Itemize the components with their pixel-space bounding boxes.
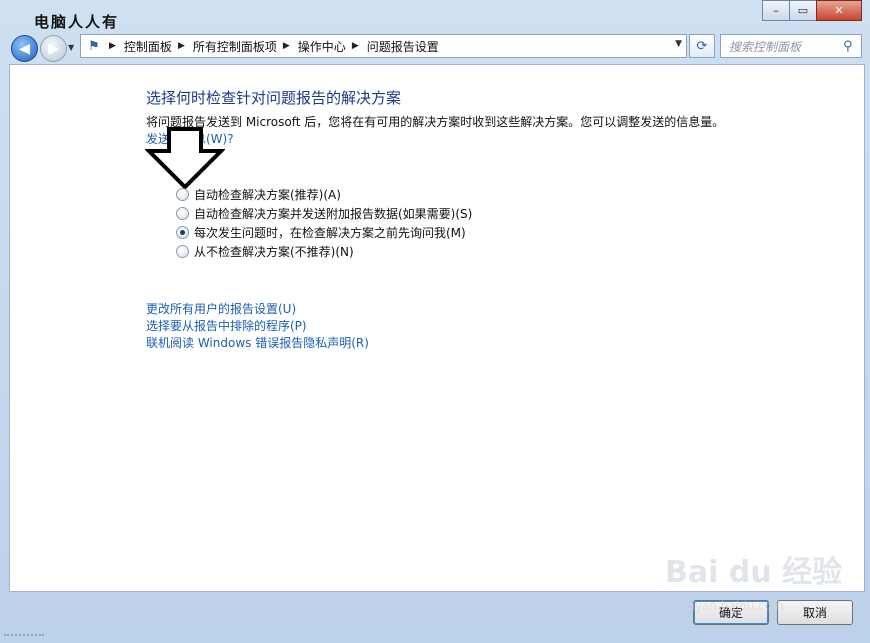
refresh-button[interactable]: ⟳	[689, 34, 715, 58]
address-dropdown-icon[interactable]: ▼	[675, 39, 682, 49]
watermark-logo: Bai du 经验	[665, 555, 843, 590]
page-description: 将问题报告发送到 Microsoft 后，您将在有可用的解决方案时收到这些解决方…	[146, 115, 725, 129]
resize-grip[interactable]	[4, 634, 44, 640]
recent-pages-dropdown[interactable]: ▼	[68, 43, 74, 52]
page-title: 选择何时检查针对问题报告的解决方案	[146, 89, 402, 107]
radio-never-check[interactable]	[176, 245, 189, 258]
minimize-button[interactable]: –	[762, 0, 790, 21]
search-icon[interactable]: ⚲	[843, 39, 861, 54]
change-all-users-link[interactable]: 更改所有用户的报告设置(U)	[146, 300, 369, 317]
radio-auto-check[interactable]	[176, 188, 189, 201]
option-label: 自动检查解决方案并发送附加报告数据(如果需要)(S)	[194, 207, 473, 221]
close-button[interactable]: ✕	[816, 0, 862, 21]
radio-auto-check-send-data[interactable]	[176, 207, 189, 220]
baidu-watermark: Bai du 经验 jingyan.baidu.com	[665, 537, 865, 637]
navigation-toolbar: ◀ ▶ ▼ ⚑ ▶ 控制面板 ▶ 所有控制面板项 ▶ 操作中心 ▶ 问题报告设置…	[0, 31, 870, 62]
watermark-url: jingyan.baidu.com	[673, 599, 784, 613]
breadcrumb-all-items[interactable]: 所有控制面板项	[193, 38, 277, 55]
maximize-button[interactable]: ▭	[789, 0, 817, 21]
breadcrumb-control-panel[interactable]: 控制面板	[124, 38, 172, 55]
breadcrumb-separator-icon[interactable]: ▶	[283, 41, 290, 51]
breadcrumb-action-center[interactable]: 操作中心	[298, 38, 346, 55]
back-button[interactable]: ◀	[11, 35, 38, 62]
option-ask-each-time[interactable]: 每次发生问题时，在检查解决方案之前先询问我(M)	[176, 223, 472, 242]
breadcrumb-separator-icon[interactable]: ▶	[178, 41, 185, 51]
option-never-check[interactable]: 从不检查解决方案(不推荐)(N)	[176, 242, 472, 261]
flag-icon: ⚑	[88, 38, 100, 54]
window-controls: – ▭ ✕	[762, 0, 862, 21]
privacy-statement-link[interactable]: 联机阅读 Windows 错误报告隐私声明(R)	[146, 334, 369, 351]
window-frame: 电脑人人有 – ▭ ✕ ◀ ▶ ▼ ⚑ ▶ 控制面板 ▶ 所有控制面板项 ▶ 操…	[0, 0, 870, 643]
reporting-options-group: 自动检查解决方案(推荐)(A) 自动检查解决方案并发送附加报告数据(如果需要)(…	[176, 185, 472, 261]
address-bar[interactable]: ⚑ ▶ 控制面板 ▶ 所有控制面板项 ▶ 操作中心 ▶ 问题报告设置 ▼	[80, 34, 687, 58]
search-placeholder: 搜索控制面板	[729, 39, 802, 54]
option-label: 从不检查解决方案(不推荐)(N)	[194, 245, 354, 259]
option-label: 自动检查解决方案(推荐)(A)	[194, 188, 341, 202]
forward-button[interactable]: ▶	[40, 35, 67, 62]
radio-ask-each-time[interactable]	[176, 226, 189, 239]
breadcrumb-separator-icon[interactable]: ▶	[109, 41, 116, 51]
exclude-programs-link[interactable]: 选择要从报告中排除的程序(P)	[146, 317, 369, 334]
option-auto-check-send-data[interactable]: 自动检查解决方案并发送附加报告数据(如果需要)(S)	[176, 204, 472, 223]
content-pane: 选择何时检查针对问题报告的解决方案 将问题报告发送到 Microsoft 后，您…	[9, 64, 865, 592]
option-label: 每次发生问题时，在检查解决方案之前先询问我(M)	[194, 226, 466, 240]
refresh-icon: ⟳	[696, 38, 708, 54]
down-arrow-annotation-icon	[145, 127, 225, 190]
breadcrumb-separator-icon[interactable]: ▶	[352, 41, 359, 51]
related-links: 更改所有用户的报告设置(U) 选择要从报告中排除的程序(P) 联机阅读 Wind…	[146, 300, 369, 351]
search-input[interactable]: 搜索控制面板 ⚲	[720, 34, 862, 58]
back-arrow-icon: ◀	[19, 40, 30, 57]
breadcrumb-problem-reporting[interactable]: 问题报告设置	[367, 38, 439, 55]
option-auto-check[interactable]: 自动检查解决方案(推荐)(A)	[176, 185, 472, 204]
forward-arrow-icon: ▶	[48, 40, 59, 57]
overlay-title-text: 电脑人人有	[34, 13, 120, 31]
breadcrumb: ▶ 控制面板 ▶ 所有控制面板项 ▶ 操作中心 ▶ 问题报告设置	[103, 38, 439, 55]
